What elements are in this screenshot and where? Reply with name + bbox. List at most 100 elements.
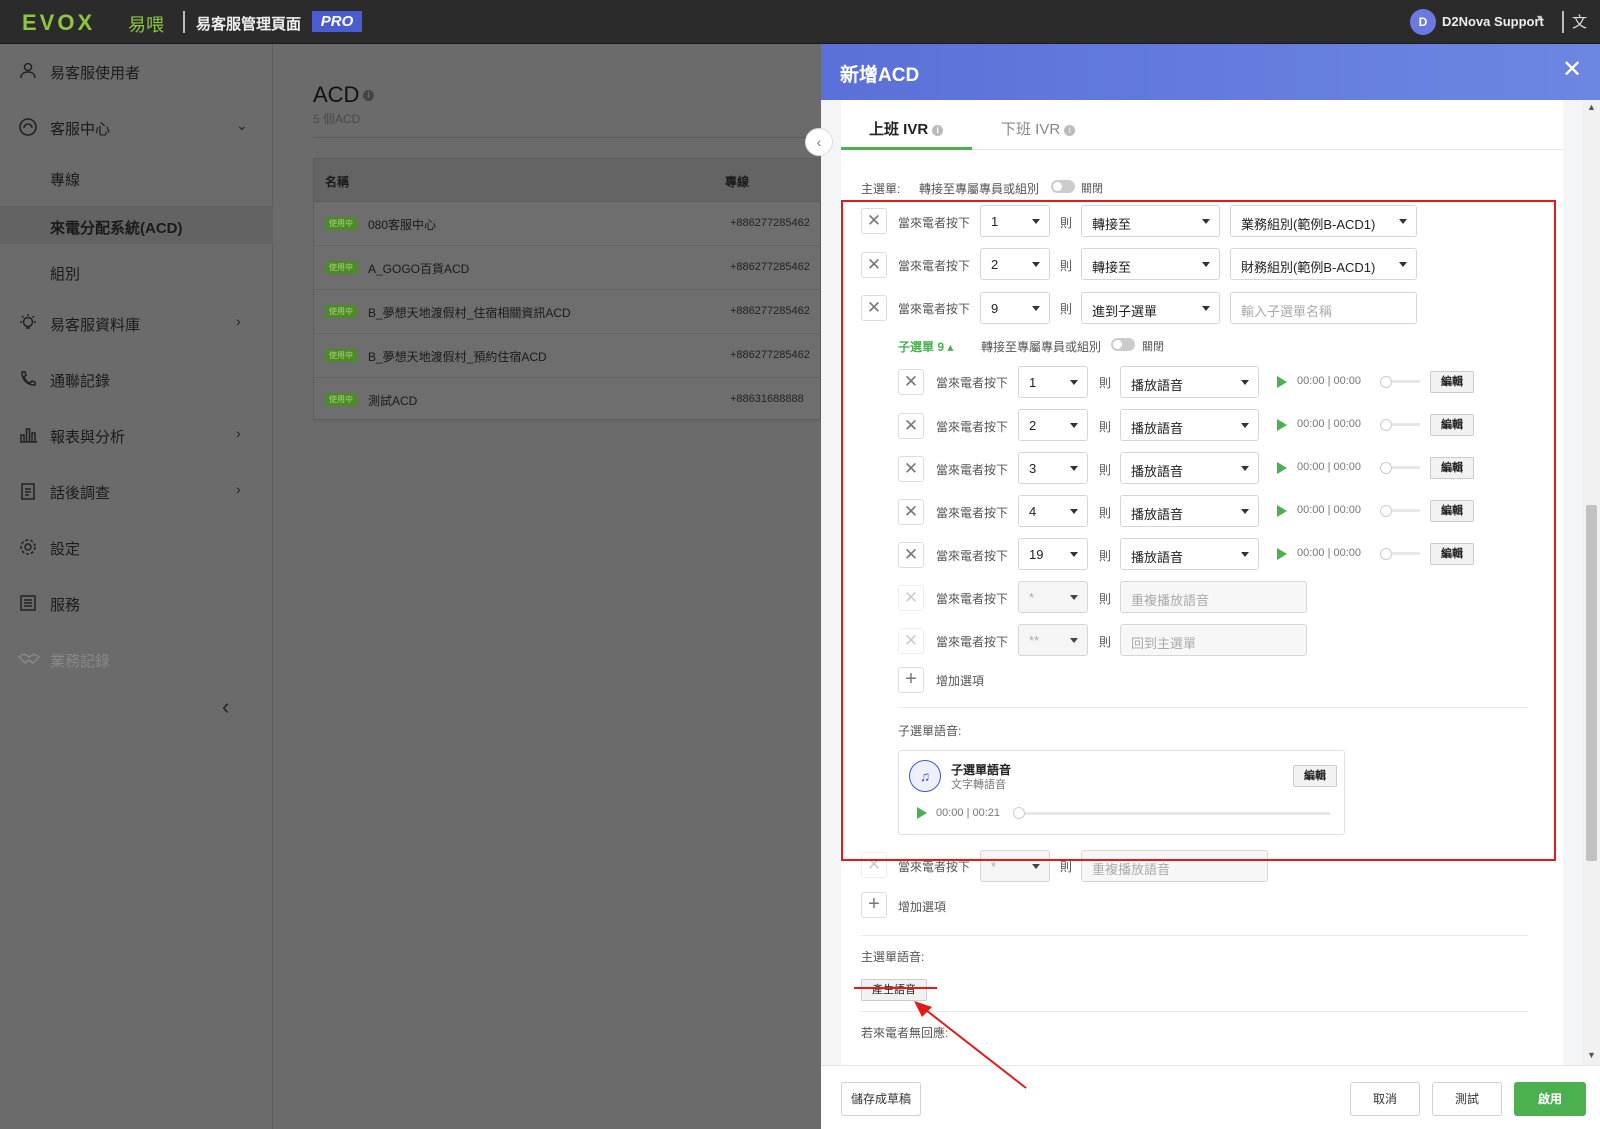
enable-button[interactable]: 啟用: [1514, 1082, 1586, 1116]
remove-option-button[interactable]: ✕: [861, 295, 887, 321]
play-icon[interactable]: [1277, 376, 1287, 388]
transfer-toggle[interactable]: [1051, 180, 1075, 193]
key-select[interactable]: 2: [980, 248, 1050, 280]
key-select[interactable]: 1: [980, 205, 1050, 237]
audio-seek-track[interactable]: [1392, 380, 1420, 383]
sidebar-item-reports[interactable]: 報表與分析 ›: [0, 412, 273, 456]
chevron-left-icon[interactable]: ‹: [805, 128, 833, 156]
tab-night-ivr[interactable]: 下班 IVR i: [1001, 118, 1076, 139]
key-select[interactable]: 9: [980, 292, 1050, 324]
sidebar-item-settings[interactable]: 設定: [0, 524, 273, 568]
action-select[interactable]: 轉接至: [1081, 248, 1220, 280]
target-select[interactable]: 財務組別(範例B-ACD1): [1230, 248, 1417, 280]
edit-button[interactable]: 編輯: [1430, 457, 1474, 479]
info-icon[interactable]: i: [932, 124, 944, 136]
audio-seek-knob[interactable]: [1380, 548, 1392, 560]
test-button[interactable]: 測試: [1432, 1082, 1502, 1116]
edit-button[interactable]: 編輯: [1430, 371, 1474, 393]
remove-option-button[interactable]: ✕: [898, 369, 924, 395]
action-select[interactable]: 播放語音: [1120, 409, 1259, 441]
collapse-sidebar-icon[interactable]: ‹: [222, 694, 229, 720]
edit-button[interactable]: 編輯: [1430, 414, 1474, 436]
chevron-down-icon[interactable]: ▾: [1537, 13, 1542, 24]
edit-button[interactable]: 編輯: [1430, 500, 1474, 522]
play-icon[interactable]: [1277, 505, 1287, 517]
audio-seek-track[interactable]: [1025, 812, 1330, 815]
key-select[interactable]: 19: [1018, 538, 1088, 570]
remove-option-button[interactable]: ✕: [898, 413, 924, 439]
then-label: 則: [1099, 635, 1112, 649]
sidebar-item-services[interactable]: 服務: [0, 580, 273, 624]
edit-button[interactable]: 編輯: [1430, 543, 1474, 565]
input-placeholder: 輸入子選單名稱: [1241, 304, 1333, 319]
action-select[interactable]: 播放語音: [1120, 538, 1259, 570]
sidebar-item-business-log[interactable]: 業務記錄: [0, 636, 273, 680]
sidebar-item-database[interactable]: 易客服資料庫 ›: [0, 300, 273, 344]
table-row[interactable]: 使用中 測試ACD +88631688888: [314, 378, 822, 422]
bar-chart-icon: [18, 425, 38, 445]
key-select[interactable]: 1: [1018, 366, 1088, 398]
info-icon[interactable]: i: [363, 90, 374, 101]
cancel-button[interactable]: 取消: [1350, 1082, 1420, 1116]
remove-option-button[interactable]: ✕: [898, 542, 924, 568]
table-row[interactable]: 使用中 080客服中心 +886277285462: [314, 202, 822, 246]
tab-day-ivr[interactable]: 上班 IVR i: [869, 118, 944, 139]
target-select[interactable]: 業務組別(範例B-ACD1): [1230, 205, 1417, 237]
remove-option-button[interactable]: ✕: [861, 252, 887, 278]
remove-option-button[interactable]: ✕: [898, 499, 924, 525]
table-row[interactable]: 使用中 B_夢想天地渡假村_預約住宿ACD +886277285462: [314, 334, 822, 378]
audio-seek-knob[interactable]: [1380, 505, 1392, 517]
sidebar-item-service-center[interactable]: 客服中心 ⌄: [0, 104, 273, 148]
sidebar-item-lines[interactable]: 專線: [0, 158, 273, 196]
add-option-button[interactable]: +: [861, 892, 887, 918]
translate-icon[interactable]: 文: [1572, 11, 1587, 32]
remove-option-button[interactable]: ✕: [861, 208, 887, 234]
play-icon[interactable]: [1277, 548, 1287, 560]
avatar[interactable]: D: [1410, 9, 1436, 35]
play-icon[interactable]: [1277, 419, 1287, 431]
audio-seek-knob[interactable]: [1380, 462, 1392, 474]
scrollbar[interactable]: ▲ ▼: [1583, 100, 1600, 1065]
audio-seek-knob[interactable]: [1380, 376, 1392, 388]
scroll-thumb[interactable]: [1586, 505, 1597, 861]
action-select[interactable]: 轉接至: [1081, 205, 1220, 237]
user-menu[interactable]: D2Nova Support: [1442, 14, 1544, 29]
action-select[interactable]: 播放語音: [1120, 495, 1259, 527]
submenu-voice-label: 子選單語音:: [898, 724, 962, 738]
submenu-name-input[interactable]: 輸入子選單名稱: [1230, 292, 1417, 324]
add-option-button[interactable]: +: [898, 667, 924, 693]
play-icon[interactable]: [1277, 462, 1287, 474]
action-select[interactable]: 進到子選單: [1081, 292, 1220, 324]
action-select[interactable]: 播放語音: [1120, 366, 1259, 398]
submenu-transfer-toggle[interactable]: [1111, 338, 1135, 351]
play-icon[interactable]: [917, 807, 927, 819]
scroll-up-icon[interactable]: ▲: [1587, 102, 1596, 112]
sidebar-item-groups[interactable]: 組別: [0, 252, 273, 290]
audio-seek-knob[interactable]: [1013, 807, 1025, 819]
sidebar-item-users[interactable]: 易客服使用者: [0, 48, 273, 92]
key-select[interactable]: 2: [1018, 409, 1088, 441]
audio-seek-track[interactable]: [1392, 552, 1420, 555]
add-option-label[interactable]: 增加選項: [936, 672, 984, 689]
caret-down-icon: [1241, 552, 1249, 557]
key-select[interactable]: 4: [1018, 495, 1088, 527]
remove-option-button[interactable]: ✕: [898, 456, 924, 482]
edit-button[interactable]: 編輯: [1293, 765, 1337, 787]
key-select[interactable]: 3: [1018, 452, 1088, 484]
submenu-title[interactable]: 子選單 9 ▴: [898, 338, 953, 355]
info-icon[interactable]: i: [1064, 124, 1076, 136]
scroll-down-icon[interactable]: ▼: [1587, 1050, 1596, 1060]
add-option-label[interactable]: 增加選項: [898, 898, 946, 915]
field-value: 回到主選單: [1131, 636, 1197, 651]
audio-seek-track[interactable]: [1392, 423, 1420, 426]
audio-seek-track[interactable]: [1392, 509, 1420, 512]
table-row[interactable]: 使用中 B_夢想天地渡假村_住宿相關資訊ACD +886277285462: [314, 290, 822, 334]
close-icon[interactable]: ✕: [1562, 57, 1582, 83]
sidebar-item-acd[interactable]: 來電分配系統(ACD): [0, 206, 273, 244]
action-select[interactable]: 播放語音: [1120, 452, 1259, 484]
audio-seek-knob[interactable]: [1380, 419, 1392, 431]
sidebar-item-call-log[interactable]: 通聯記錄: [0, 356, 273, 400]
sidebar-item-survey[interactable]: 話後調查 ›: [0, 468, 273, 512]
audio-seek-track[interactable]: [1392, 466, 1420, 469]
table-row[interactable]: 使用中 A_GOGO百貨ACD +886277285462: [314, 246, 822, 290]
